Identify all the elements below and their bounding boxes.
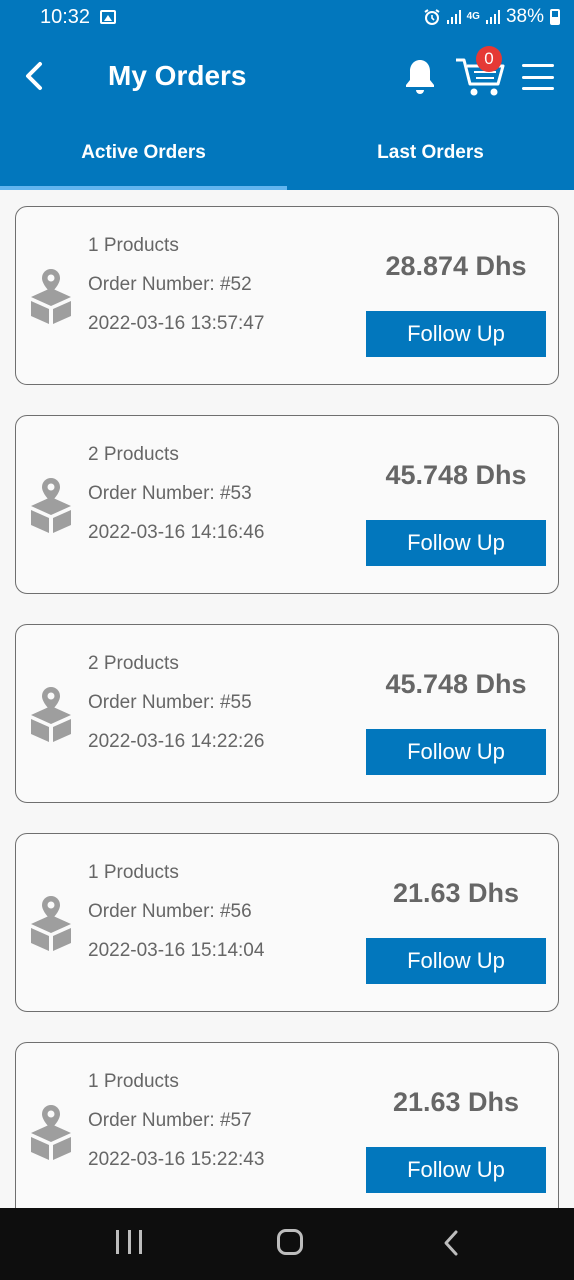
order-price: 28.874 Dhs bbox=[385, 251, 527, 281]
order-datetime: 2022-03-16 15:22:43 bbox=[88, 1149, 265, 1170]
status-bar: 10:32 4G 38% bbox=[0, 0, 574, 34]
app-bar: My Orders 0 Active Orders Last Orders bbox=[0, 34, 574, 190]
order-products-count: 1 Products bbox=[88, 235, 179, 256]
package-location-icon bbox=[31, 269, 71, 324]
back-arrow-icon[interactable] bbox=[18, 56, 58, 96]
order-datetime: 2022-03-16 13:57:47 bbox=[88, 313, 265, 334]
order-price: 45.748 Dhs bbox=[385, 460, 527, 490]
bell-icon[interactable] bbox=[402, 56, 438, 96]
order-tabs: Active Orders Last Orders bbox=[0, 132, 574, 190]
order-card[interactable]: 2 Products Order Number: #55 2022-03-16 … bbox=[15, 624, 559, 803]
order-price: 21.63 Dhs bbox=[392, 878, 520, 908]
follow-up-button[interactable]: Follow Up bbox=[366, 520, 546, 566]
order-number: Order Number: #56 bbox=[88, 901, 252, 922]
signal-icon bbox=[446, 10, 461, 24]
image-icon bbox=[100, 10, 117, 24]
order-number: Order Number: #57 bbox=[88, 1110, 252, 1131]
alarm-icon bbox=[424, 9, 440, 25]
follow-up-button[interactable]: Follow Up bbox=[366, 729, 546, 775]
order-number: Order Number: #55 bbox=[88, 692, 252, 713]
order-card[interactable]: 1 Products Order Number: #57 2022-03-16 … bbox=[15, 1042, 559, 1208]
page-title: My Orders bbox=[108, 60, 247, 91]
order-price: 45.748 Dhs bbox=[385, 669, 527, 699]
package-location-icon bbox=[31, 478, 71, 533]
package-location-icon bbox=[31, 1105, 71, 1160]
nav-back-icon[interactable] bbox=[440, 1228, 464, 1258]
follow-up-button[interactable]: Follow Up bbox=[366, 938, 546, 984]
order-number: Order Number: #52 bbox=[88, 274, 252, 295]
home-icon[interactable] bbox=[277, 1229, 303, 1255]
order-products-count: 1 Products bbox=[88, 1071, 179, 1092]
package-location-icon bbox=[31, 896, 71, 951]
hamburger-menu-icon[interactable] bbox=[522, 64, 554, 90]
status-time: 10:32 bbox=[40, 5, 91, 28]
system-nav-bar bbox=[0, 1208, 574, 1280]
package-location-icon bbox=[31, 687, 71, 742]
orders-list[interactable]: 1 Products Order Number: #52 2022-03-16 … bbox=[0, 190, 574, 1208]
order-card[interactable]: 2 Products Order Number: #53 2022-03-16 … bbox=[15, 415, 559, 594]
tab-last-orders[interactable]: Last Orders bbox=[287, 132, 574, 190]
battery-icon bbox=[550, 9, 560, 25]
order-price: 21.63 Dhs bbox=[392, 1087, 520, 1117]
recents-icon[interactable] bbox=[116, 1230, 142, 1256]
order-products-count: 2 Products bbox=[88, 653, 179, 674]
signal-4g-label: 4G bbox=[466, 11, 480, 22]
cart-count-badge: 0 bbox=[476, 46, 502, 72]
order-card[interactable]: 1 Products Order Number: #56 2022-03-16 … bbox=[15, 833, 559, 1012]
order-products-count: 2 Products bbox=[88, 444, 179, 465]
order-products-count: 1 Products bbox=[88, 862, 179, 883]
signal-4g-icon bbox=[485, 10, 500, 24]
tab-active-orders[interactable]: Active Orders bbox=[0, 132, 287, 190]
order-datetime: 2022-03-16 14:22:26 bbox=[88, 731, 265, 752]
battery-percent: 38% bbox=[505, 6, 544, 27]
order-card[interactable]: 1 Products Order Number: #52 2022-03-16 … bbox=[15, 206, 559, 385]
order-datetime: 2022-03-16 14:16:46 bbox=[88, 522, 265, 543]
order-datetime: 2022-03-16 15:14:04 bbox=[88, 940, 265, 961]
follow-up-button[interactable]: Follow Up bbox=[366, 311, 546, 357]
order-number: Order Number: #53 bbox=[88, 483, 252, 504]
follow-up-button[interactable]: Follow Up bbox=[366, 1147, 546, 1193]
